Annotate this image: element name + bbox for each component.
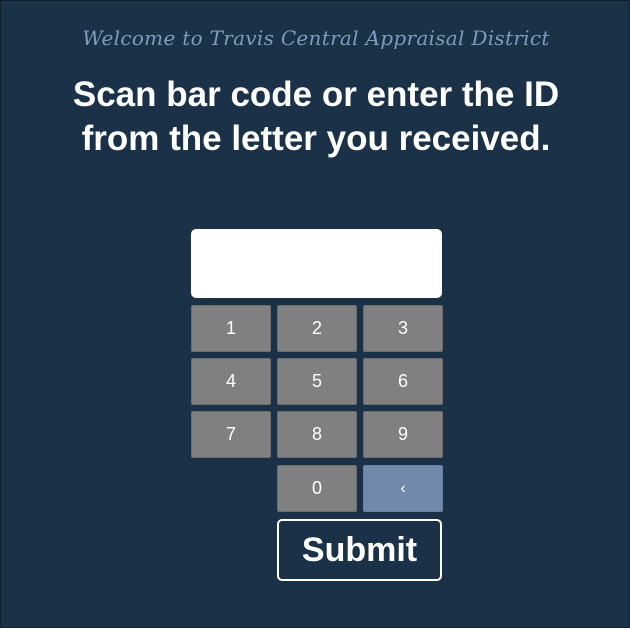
keypad-key-8[interactable]: 8: [277, 411, 357, 458]
kiosk-screen: Welcome to Travis Central Appraisal Dist…: [0, 0, 630, 628]
keypad-key-9[interactable]: 9: [363, 411, 443, 458]
keypad-key-0[interactable]: 0: [277, 465, 357, 512]
page-title: Scan bar code or enter the ID from the l…: [72, 75, 560, 158]
keypad-key-4[interactable]: 4: [191, 358, 271, 405]
keypad-key-7[interactable]: 7: [191, 411, 271, 458]
keypad-key-3[interactable]: 3: [363, 305, 443, 352]
keypad-key-5[interactable]: 5: [277, 358, 357, 405]
keypad-key-2[interactable]: 2: [277, 305, 357, 352]
keypad-key-1[interactable]: 1: [191, 305, 271, 352]
backspace-button[interactable]: ‹: [363, 465, 443, 512]
id-input[interactable]: [191, 229, 442, 298]
welcome-banner: Welcome to Travis Central Appraisal Dist…: [82, 26, 550, 50]
backspace-icon: ‹: [400, 480, 406, 497]
submit-button[interactable]: Submit: [277, 519, 442, 581]
keypad-key-6[interactable]: 6: [363, 358, 443, 405]
